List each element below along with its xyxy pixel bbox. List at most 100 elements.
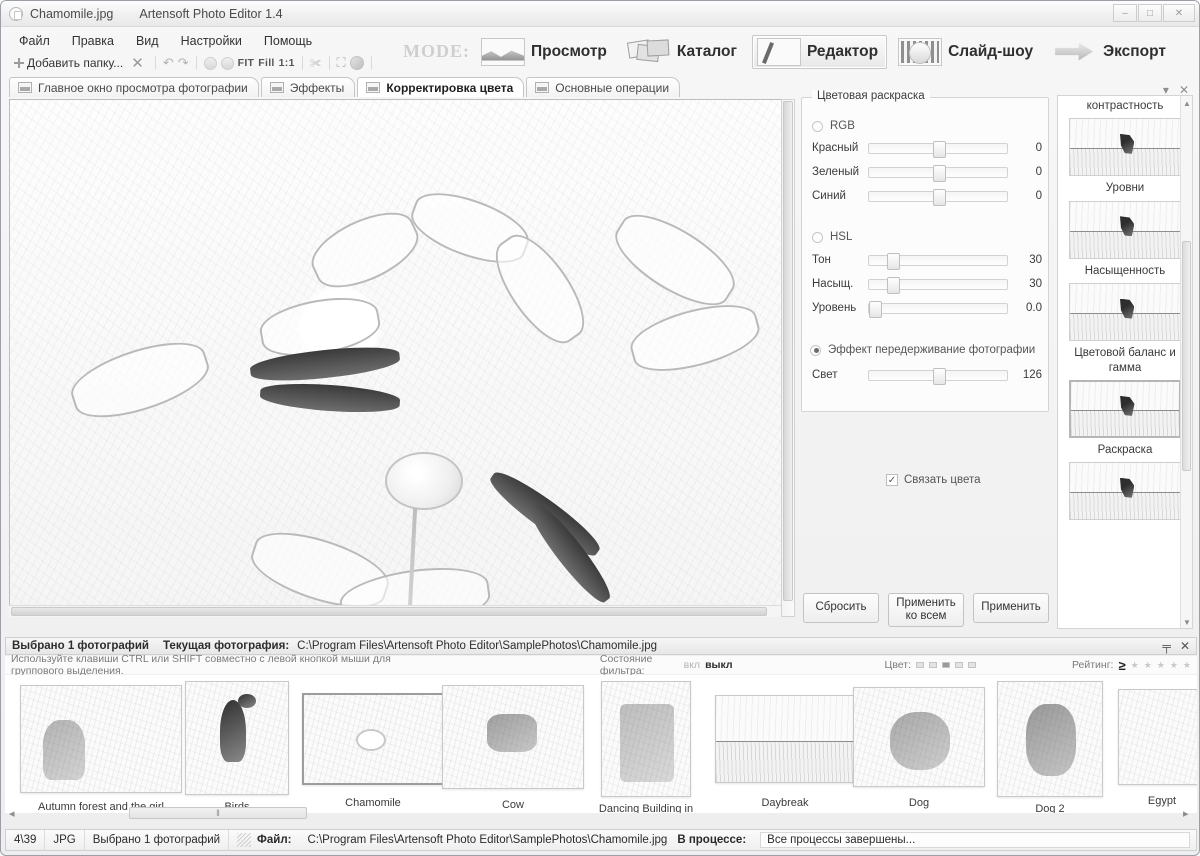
mode-button-slideshow[interactable]: Слайд-шоу — [893, 35, 1042, 69]
scroll-up-icon[interactable]: ▲ — [1183, 99, 1191, 108]
slider-blue[interactable]: Синий 0 — [812, 188, 1042, 206]
scroll-thumb[interactable] — [1182, 241, 1191, 471]
menu-view[interactable]: Вид — [136, 34, 159, 48]
canvas-horizontal-scrollbar[interactable] — [9, 605, 781, 617]
slider-saturation[interactable]: Насыщ. 30 — [812, 276, 1042, 294]
list-item[interactable]: Dog 2 — [987, 679, 1113, 813]
photo-thumbnail-selected[interactable] — [302, 693, 444, 785]
slider-level[interactable]: Уровень 0.0 — [812, 300, 1042, 318]
color-swatch[interactable] — [942, 662, 950, 668]
slider-knob[interactable] — [933, 367, 946, 385]
slider-knob[interactable] — [933, 164, 946, 182]
effect-thumbnail[interactable] — [1069, 118, 1181, 177]
tab-color-correction[interactable]: Корректировка цвета — [357, 77, 525, 97]
reset-button[interactable]: Сбросить — [803, 593, 879, 623]
mode-button-preview[interactable]: Просмотр — [476, 35, 616, 69]
rotate-left-icon[interactable]: ↶ — [163, 55, 174, 71]
scroll-down-icon[interactable]: ▼ — [1183, 618, 1191, 627]
add-folder-button[interactable]: Добавить папку... — [13, 56, 123, 70]
image-canvas[interactable] — [9, 99, 795, 617]
color-swatch[interactable] — [929, 662, 937, 668]
color-swatch[interactable] — [955, 662, 963, 668]
link-colors-checkbox[interactable]: ✓ Связать цвета — [886, 474, 981, 486]
menu-settings[interactable]: Настройки — [181, 34, 242, 48]
close-icon[interactable]: ✕ — [1180, 639, 1190, 653]
photo-thumbnail[interactable] — [601, 681, 691, 797]
photo-thumbnail[interactable] — [853, 687, 985, 787]
filmstrip-scrollbar[interactable]: ‖ — [129, 807, 307, 819]
close-button[interactable]: ✕ — [1163, 4, 1195, 22]
menu-help[interactable]: Помощь — [264, 34, 312, 48]
fullscreen-icon[interactable]: ⛶ — [337, 55, 346, 71]
mode-button-catalog[interactable]: Каталог — [622, 35, 746, 69]
effect-thumbnail[interactable] — [1069, 283, 1181, 342]
radio-rgb[interactable]: RGB — [812, 120, 855, 132]
slider-knob[interactable] — [869, 300, 882, 318]
maximize-button[interactable]: □ — [1138, 4, 1162, 22]
star-icon[interactable]: ★ — [1144, 660, 1152, 671]
filmstrip-scroll-left[interactable]: ◂ — [9, 807, 15, 820]
star-icon[interactable]: ★ — [1183, 660, 1191, 671]
one-to-one-button[interactable]: 1:1 — [279, 57, 295, 69]
fill-button[interactable]: Fill — [258, 57, 274, 69]
rotate-right-icon[interactable]: ↷ — [178, 55, 189, 71]
photo-thumbnail[interactable] — [20, 685, 182, 793]
slider-knob[interactable] — [887, 252, 900, 270]
photo-thumbnail[interactable] — [442, 685, 584, 789]
fit-button[interactable]: FIT — [238, 57, 255, 69]
scroll-thumb[interactable] — [783, 101, 793, 601]
slider-track[interactable] — [868, 252, 1008, 270]
zoom-in-icon[interactable] — [220, 56, 234, 70]
minimize-button[interactable]: – — [1113, 4, 1137, 22]
star-icon[interactable]: ★ — [1131, 660, 1139, 671]
effects-scrollbar[interactable]: ▲ ▼ — [1180, 96, 1192, 628]
pin-icon[interactable]: ╤ — [1162, 639, 1171, 653]
list-item[interactable]: Birds — [181, 679, 293, 813]
filter-on-option[interactable]: вкл — [684, 659, 700, 671]
list-item[interactable]: Egypt — [1117, 679, 1197, 807]
tab-effects[interactable]: Эффекты — [260, 77, 356, 97]
list-item[interactable]: Dog — [849, 679, 989, 809]
apply-button[interactable]: Применить — [973, 593, 1049, 623]
tab-main-viewer[interactable]: Главное окно просмотра фотографии — [9, 77, 259, 97]
scroll-thumb[interactable] — [11, 607, 767, 616]
menu-file[interactable]: Файл — [19, 34, 50, 48]
menu-edit[interactable]: Правка — [72, 34, 114, 48]
list-item[interactable]: Daybreak — [711, 679, 859, 809]
remove-icon[interactable]: ✕ — [127, 54, 148, 72]
slider-track[interactable] — [868, 300, 1008, 318]
photo-thumbnail[interactable] — [185, 681, 289, 795]
photo-thumbnail[interactable] — [715, 695, 855, 783]
effect-thumbnail[interactable] — [1069, 462, 1181, 521]
effect-thumbnail[interactable] — [1069, 200, 1181, 259]
mode-button-export[interactable]: Экспорт — [1048, 35, 1175, 69]
effect-thumbnail-selected[interactable] — [1069, 379, 1181, 438]
slider-knob[interactable] — [933, 188, 946, 206]
crop-icon[interactable]: ✀ — [310, 56, 322, 71]
slider-track[interactable] — [868, 164, 1008, 182]
slider-track[interactable] — [868, 367, 1008, 385]
slider-light[interactable]: Свет 126 — [812, 367, 1042, 385]
apply-to-all-button[interactable]: Применить ко всем — [888, 593, 964, 627]
radio-overexposure-effect[interactable]: Эффект передерживание фотографии — [810, 344, 1035, 356]
zoom-out-icon[interactable] — [203, 56, 217, 70]
list-item[interactable]: Dancing Building in Prague — [581, 679, 711, 813]
mode-button-editor[interactable]: Редактор — [751, 34, 888, 69]
list-item[interactable]: Autumn forest and the girl — [11, 679, 191, 813]
slider-track[interactable] — [868, 276, 1008, 294]
slider-track[interactable] — [868, 140, 1008, 158]
tab-basic-operations[interactable]: Основные операции — [526, 77, 681, 97]
color-swatch[interactable] — [968, 662, 976, 668]
photo-thumbnail[interactable] — [997, 681, 1103, 797]
refresh-icon[interactable] — [349, 56, 364, 70]
canvas-vertical-scrollbar[interactable] — [781, 99, 795, 617]
slider-green[interactable]: Зеленый 0 — [812, 164, 1042, 182]
radio-hsl[interactable]: HSL — [812, 231, 852, 243]
list-item[interactable]: Cow — [439, 679, 587, 811]
rating-operator[interactable]: ≥ — [1118, 658, 1125, 673]
slider-knob[interactable] — [887, 276, 900, 294]
slider-hue[interactable]: Тон 30 — [812, 252, 1042, 270]
filmstrip-scroll-right[interactable]: ▸ — [1183, 807, 1189, 820]
filter-off-option[interactable]: выкл — [705, 659, 732, 671]
slider-track[interactable] — [868, 188, 1008, 206]
